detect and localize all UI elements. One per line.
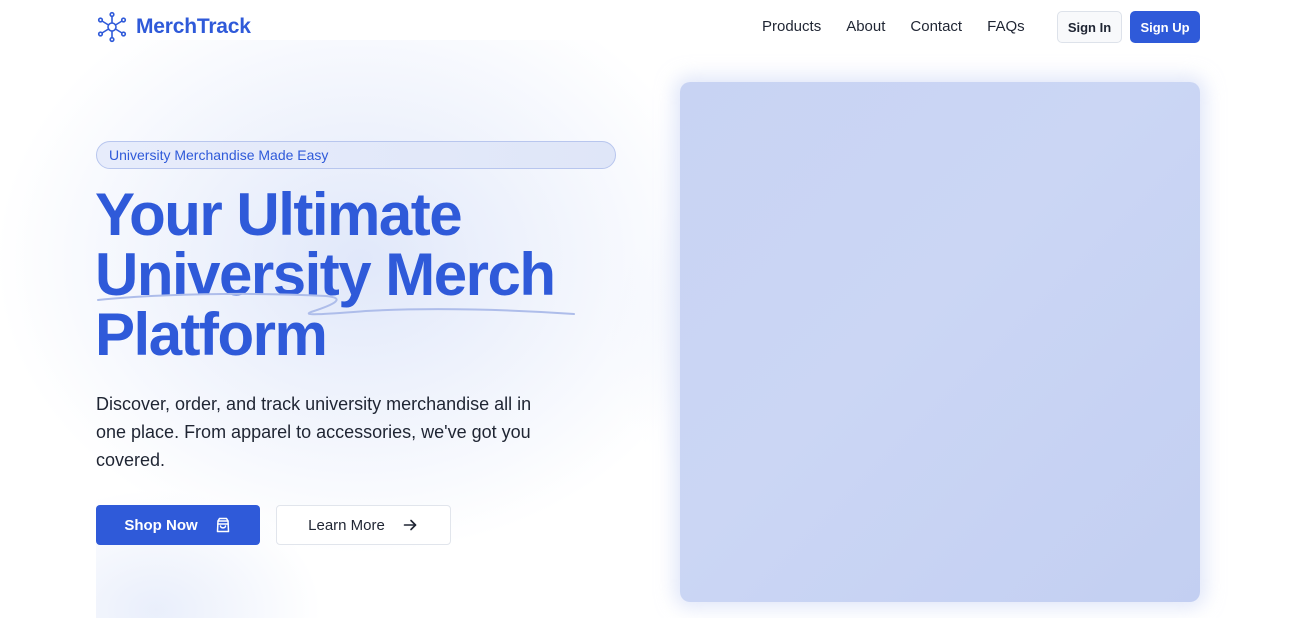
nav-item-faqs[interactable]: FAQs [987,18,1025,35]
main-nav: Products About Contact FAQs [762,18,1025,35]
shop-now-label: Shop Now [124,516,198,534]
shopping-bag-icon [216,517,229,533]
network-nodes-icon [97,11,127,43]
nav-item-about[interactable]: About [846,18,885,35]
shop-now-button[interactable]: Shop Now [96,505,260,545]
hero-description: Discover, order, and track university me… [96,394,532,470]
landing-page: MerchTrack Products About Contact FAQs S… [0,0,1298,618]
arrow-right-icon [403,519,417,531]
hero-title: Your Ultimate University Merch Platform [95,185,615,365]
learn-more-label: Learn More [308,516,385,534]
sign-up-button[interactable]: Sign Up [1130,11,1200,43]
brand-name: MerchTrack [136,15,251,38]
hero-badge: University Merchandise Made Easy [96,141,616,169]
sign-in-button[interactable]: Sign In [1057,11,1122,43]
title-underline-squiggle [97,292,575,316]
nav-item-contact[interactable]: Contact [910,18,962,35]
hero-title-line-1: Your Ultimate [95,181,463,248]
hero-image-placeholder [680,82,1200,602]
brand-logo[interactable]: MerchTrack [96,10,251,44]
hero-badge-text: University Merchandise Made Easy [109,147,329,163]
learn-more-button[interactable]: Learn More [276,505,451,545]
site-header: MerchTrack Products About Contact FAQs S… [0,0,1298,54]
nav-item-products[interactable]: Products [762,18,821,35]
